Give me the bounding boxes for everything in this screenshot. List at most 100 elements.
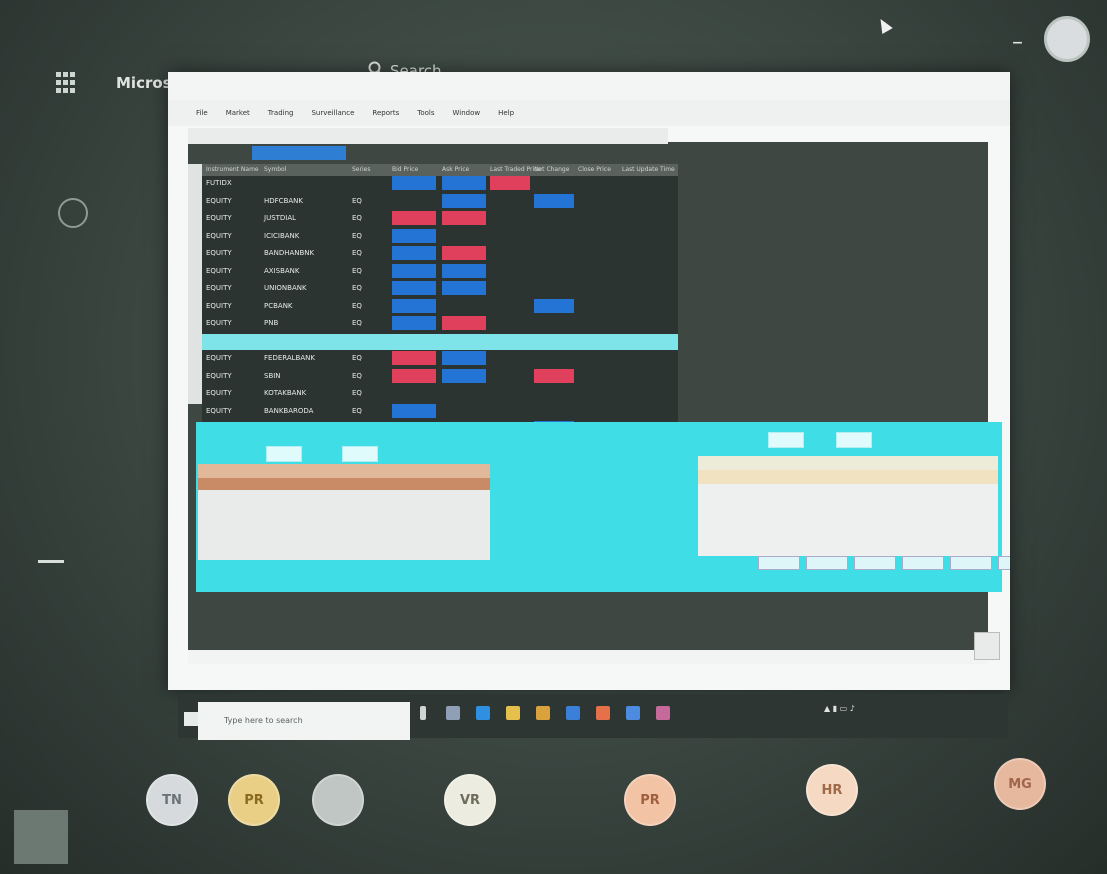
table-row[interactable]: FUTIDX bbox=[202, 176, 678, 192]
cell-cls bbox=[578, 194, 618, 208]
panel-button[interactable] bbox=[902, 556, 944, 570]
cell-inst: EQUITY bbox=[206, 301, 232, 310]
cell-cls bbox=[578, 211, 618, 225]
column-header[interactable]: Ask Price bbox=[442, 166, 469, 173]
participant-avatar[interactable]: VR bbox=[444, 774, 496, 826]
cell-ltp bbox=[490, 246, 530, 260]
menu-item[interactable]: Window bbox=[453, 109, 481, 117]
cell-cls bbox=[578, 334, 618, 348]
panel-input-1[interactable] bbox=[266, 446, 302, 462]
mouse-cursor-icon bbox=[875, 15, 893, 35]
panel-button[interactable] bbox=[854, 556, 896, 570]
panel-input-4[interactable] bbox=[836, 432, 872, 448]
trade-book-header bbox=[698, 456, 998, 470]
taskbar-app-icon[interactable] bbox=[626, 706, 640, 720]
cell-ser: EQ bbox=[352, 231, 362, 240]
order-book-table[interactable] bbox=[198, 464, 490, 560]
self-video-tile[interactable] bbox=[14, 810, 68, 864]
panel-button[interactable] bbox=[758, 556, 800, 570]
cell-ltp bbox=[490, 386, 530, 400]
table-row[interactable]: EQUITY UNIONBANK EQ bbox=[202, 281, 678, 297]
panel-button[interactable] bbox=[998, 556, 1010, 570]
cell-upd bbox=[622, 334, 678, 348]
table-row[interactable]: EQUITY SBIN EQ bbox=[202, 368, 678, 385]
panel-input-3[interactable] bbox=[768, 432, 804, 448]
cell-ltp bbox=[490, 404, 530, 418]
table-row[interactable]: EQUITY BANDHANBNK EQ bbox=[202, 246, 678, 262]
panel-input-2[interactable] bbox=[342, 446, 378, 462]
minimize-button[interactable]: – bbox=[1012, 30, 1023, 55]
cell-chg bbox=[534, 229, 574, 243]
menu-item[interactable]: Surveillance bbox=[311, 109, 354, 117]
chat-icon[interactable] bbox=[58, 198, 88, 228]
panel-button[interactable] bbox=[950, 556, 992, 570]
taskbar-app-icon[interactable] bbox=[656, 706, 670, 720]
window-menubar: File Market Trading Surveillance Reports Tool… bbox=[168, 100, 1010, 126]
menu-item[interactable]: Reports bbox=[372, 109, 399, 117]
table-row[interactable]: EQUITY KOTAKBANK EQ bbox=[202, 386, 678, 402]
cell-ser: EQ bbox=[352, 319, 362, 327]
column-header[interactable]: Close Price bbox=[578, 166, 611, 173]
profile-avatar[interactable] bbox=[1044, 16, 1090, 62]
table-row[interactable]: EQUITY ICICIBANK EQ bbox=[202, 228, 678, 245]
cell-inst: EQUITY bbox=[206, 214, 232, 222]
participant-avatar[interactable] bbox=[312, 774, 364, 826]
column-header[interactable]: Last Update Time bbox=[622, 166, 675, 173]
table-row[interactable]: EQUITY AXISBANK EQ bbox=[202, 263, 678, 280]
menu-item[interactable]: Market bbox=[226, 109, 250, 117]
cell-upd bbox=[622, 386, 678, 400]
table-row[interactable]: EQUITY PCBANK EQ bbox=[202, 298, 678, 315]
column-header[interactable]: Series bbox=[352, 166, 370, 173]
cell-bid bbox=[392, 194, 436, 208]
column-header[interactable]: Instrument Name bbox=[206, 166, 259, 173]
table-row[interactable]: EQUITY HDFCBANK EQ bbox=[202, 193, 678, 210]
participant-avatar[interactable]: PR bbox=[624, 774, 676, 826]
cell-upd bbox=[622, 369, 678, 383]
panel-button[interactable] bbox=[806, 556, 848, 570]
taskbar-app-icon[interactable] bbox=[596, 706, 610, 720]
taskbar-app-icon[interactable] bbox=[536, 706, 550, 720]
cell-upd bbox=[622, 299, 678, 313]
column-header[interactable]: Symbol bbox=[264, 166, 286, 173]
toolbar-select[interactable] bbox=[252, 146, 346, 160]
menu-item[interactable]: Tools bbox=[417, 109, 434, 117]
taskbar-app-icon[interactable] bbox=[446, 706, 460, 720]
cell-sym: BANKBARODA bbox=[264, 406, 314, 415]
participant-avatar[interactable]: PR bbox=[228, 774, 280, 826]
table-row[interactable] bbox=[202, 333, 678, 350]
cell-ltp bbox=[490, 299, 530, 313]
window-toolbar bbox=[188, 128, 668, 144]
edge-icon[interactable] bbox=[476, 706, 490, 720]
task-view-icon[interactable] bbox=[420, 706, 426, 720]
cell-ask bbox=[442, 211, 486, 225]
participant-avatar[interactable]: MG bbox=[994, 758, 1046, 810]
window-control[interactable] bbox=[974, 632, 1000, 660]
trade-book-table[interactable] bbox=[698, 456, 998, 556]
windows-start-icon[interactable] bbox=[184, 712, 198, 726]
participant-avatar[interactable]: TN bbox=[146, 774, 198, 826]
participant-avatar[interactable]: HR bbox=[806, 764, 858, 816]
menu-item[interactable]: Help bbox=[498, 109, 514, 117]
order-book-row[interactable] bbox=[198, 478, 490, 490]
system-tray[interactable]: ▲ ▮ ▭ ♪ bbox=[824, 704, 855, 713]
column-header[interactable]: Bid Price bbox=[392, 166, 418, 173]
cell-ask bbox=[442, 299, 486, 313]
menu-item[interactable]: Trading bbox=[268, 109, 294, 117]
store-icon[interactable] bbox=[566, 706, 580, 720]
menu-item[interactable]: File bbox=[196, 109, 208, 117]
cell-ser: EQ bbox=[352, 389, 362, 397]
taskbar-search-box[interactable]: Type here to search bbox=[198, 702, 410, 740]
table-row[interactable]: EQUITY FEDERALBANK EQ bbox=[202, 351, 678, 367]
market-watch-grid[interactable]: FUTIDX EQUITY HDFCBANK EQ EQUITY JUSTDIAL EQ EQ… bbox=[202, 176, 678, 444]
vertical-toolbar[interactable] bbox=[188, 164, 202, 404]
table-row[interactable]: EQUITY JUSTDIAL EQ bbox=[202, 211, 678, 227]
apps-grid-icon[interactable] bbox=[56, 72, 76, 94]
cell-ser: EQ bbox=[352, 249, 362, 257]
column-header[interactable]: Net Change bbox=[534, 166, 569, 173]
table-row[interactable]: EQUITY BANKBARODA EQ bbox=[202, 403, 678, 420]
trade-book-row[interactable] bbox=[698, 470, 998, 484]
shared-screen-window: File Market Trading Surveillance Reports Tool… bbox=[168, 72, 1010, 690]
file-explorer-icon[interactable] bbox=[506, 706, 520, 720]
table-row[interactable]: EQUITY PNB EQ bbox=[202, 316, 678, 332]
cell-ser: EQ bbox=[352, 354, 362, 362]
